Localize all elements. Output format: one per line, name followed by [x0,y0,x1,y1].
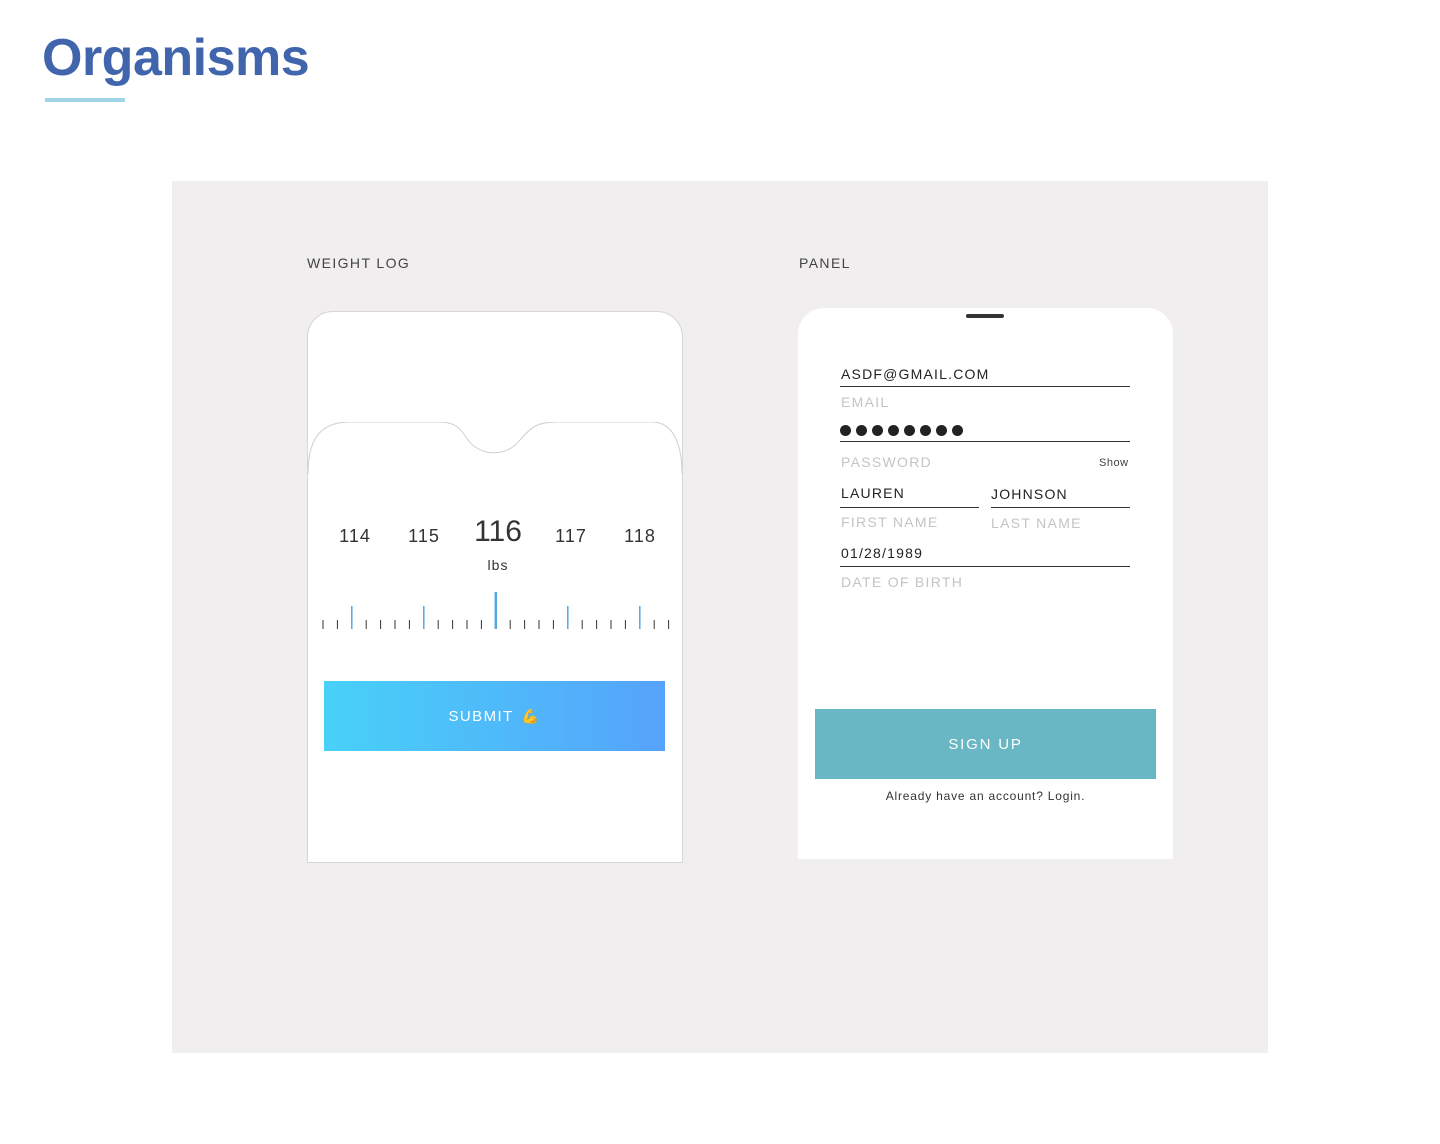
drag-handle[interactable] [966,314,1004,318]
dob-field[interactable]: 01/28/1989 [841,545,923,561]
submit-label: SUBMIT [448,707,514,725]
submit-button[interactable]: SUBMIT 💪 [324,681,665,751]
scale-selected-value: 116 [474,515,522,548]
scale-value-118: 118 [624,526,656,546]
password-dot [872,425,883,436]
last-name-label: LAST NAME [991,515,1082,531]
card-notch-outline [308,422,682,475]
first-name-field[interactable]: LAUREN [841,485,905,501]
email-field[interactable]: ASDF@GMAIL.COM [841,366,989,382]
first-name-underline [840,507,979,508]
last-name-underline [991,507,1130,508]
password-dot [904,425,915,436]
scale-value-114: 114 [339,526,371,546]
password-field[interactable] [840,425,963,436]
scale-unit: lbs [487,557,509,573]
dob-underline [840,566,1130,567]
title-underline [45,98,125,102]
weight-log-label: WEIGHT LOG [307,255,411,271]
organisms-canvas: WEIGHT LOG 114 115 116 117 118 lbs SUBMI… [172,181,1268,1053]
scale-value-115: 115 [408,526,440,546]
scale-value-117: 117 [555,526,587,546]
password-dot [888,425,899,436]
flexed-biceps-icon: 💪 [521,707,541,724]
dob-label: DATE OF BIRTH [841,574,964,590]
weight-ruler-slider[interactable] [308,590,682,632]
show-password-toggle[interactable]: Show [1099,457,1129,469]
password-underline [840,441,1130,442]
password-dot [856,425,867,436]
signup-panel-card: ASDF@GMAIL.COM EMAIL PASSWORD Show LAURE… [798,308,1173,859]
first-name-label: FIRST NAME [841,514,939,530]
password-dot [936,425,947,436]
password-dot [952,425,963,436]
password-dot [920,425,931,436]
email-label: EMAIL [841,394,890,410]
panel-label: PANEL [799,255,851,271]
login-link[interactable]: Already have an account? Login. [798,789,1173,803]
password-dot [840,425,851,436]
weight-log-card: 114 115 116 117 118 lbs SUBMIT 💪 [307,311,683,863]
password-label: PASSWORD [841,454,933,470]
page-title: Organisms [42,29,310,87]
email-underline [840,386,1130,387]
sign-up-button[interactable]: SIGN UP [815,709,1156,779]
last-name-field[interactable]: JOHNSON [991,486,1068,502]
